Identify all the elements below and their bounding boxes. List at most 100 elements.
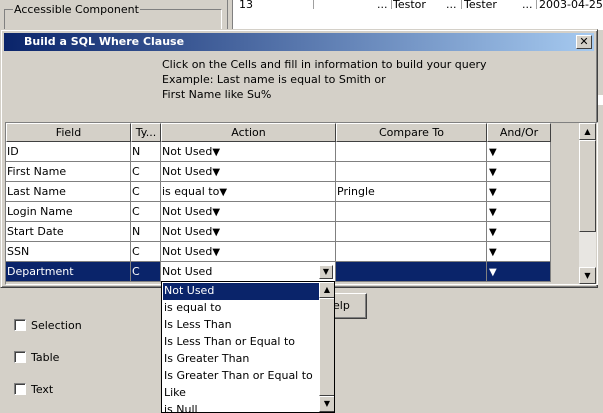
checkbox-label: Text: [31, 383, 54, 396]
dropdown-arrow-icon[interactable]: ▼: [212, 227, 220, 238]
cell-field[interactable]: ID: [6, 142, 131, 162]
checkbox-box[interactable]: [14, 319, 26, 331]
cell-and-or[interactable]: ▼: [487, 242, 551, 262]
title-bar[interactable]: Build a SQL Where Clause ✕: [4, 33, 594, 51]
column-header-type[interactable]: Ty...: [131, 123, 161, 142]
action-value: Not Used: [162, 225, 213, 238]
table-cell: ...: [377, 0, 388, 9]
cell-action[interactable]: Not Used▼: [161, 242, 336, 262]
cell-field[interactable]: Department: [6, 262, 131, 282]
cell-type[interactable]: N: [131, 222, 161, 242]
cell-and-or[interactable]: ▼: [487, 202, 551, 222]
table-row[interactable]: Start Date N Not Used▼ ▼: [6, 222, 551, 242]
cell-action[interactable]: Not Used▼: [161, 222, 336, 242]
cell-field[interactable]: Login Name: [6, 202, 131, 222]
dropdown-arrow-icon[interactable]: ▼: [212, 247, 220, 258]
dropdown-arrow-icon[interactable]: ▼: [219, 187, 227, 198]
table-row[interactable]: SSN C Not Used▼ ▼: [6, 242, 551, 262]
dropdown-arrow-icon[interactable]: ▼: [489, 207, 497, 218]
cell-action[interactable]: Not Used▼: [161, 162, 336, 182]
checkbox-label: Selection: [31, 319, 82, 332]
cell-compare[interactable]: [336, 142, 487, 162]
cell-action[interactable]: Not Used▼: [161, 262, 336, 282]
table-row[interactable]: First Name C Not Used▼ ▼: [6, 162, 551, 182]
dropdown-option[interactable]: Like: [163, 385, 319, 402]
sql-where-dialog: Build a SQL Where Clause ✕ Click on the …: [0, 29, 598, 288]
column-header-compare-to[interactable]: Compare To: [336, 123, 487, 142]
instructions: Click on the Cells and fill in informati…: [162, 57, 487, 102]
cell-type[interactable]: C: [131, 182, 161, 202]
background-results-table: 13 ... Testor ... Tester ... 2003-04-25: [232, 0, 603, 30]
cell-compare[interactable]: [336, 202, 487, 222]
cell-type[interactable]: C: [131, 202, 161, 222]
cell-compare[interactable]: [336, 162, 487, 182]
table-cell: Tester: [464, 0, 497, 9]
table-row[interactable]: Last Name Cis equal to▼ Pringle ▼: [6, 182, 551, 202]
cell-field[interactable]: Last Name: [6, 182, 131, 202]
dropdown-arrow-icon[interactable]: ▼: [212, 147, 220, 158]
dropdown-arrow-icon[interactable]: ▼: [489, 227, 497, 238]
query-grid: Field Ty... Action Compare To And/Or ID N…: [5, 122, 598, 285]
table-row[interactable]: Login Name C Not Used▼ ▼: [6, 202, 551, 222]
cell-compare[interactable]: Pringle: [336, 182, 487, 202]
checkbox-box[interactable]: [14, 383, 26, 395]
dropdown-option[interactable]: is equal to: [163, 300, 319, 317]
cell-compare[interactable]: [336, 262, 487, 282]
dropdown-arrow-icon[interactable]: ▼: [489, 187, 497, 198]
dropdown-arrow-icon[interactable]: ▼: [489, 247, 497, 258]
cell-action[interactable]: Not Used▼: [161, 202, 336, 222]
scroll-up-icon[interactable]: ▲: [579, 123, 596, 140]
cell-field[interactable]: Start Date: [6, 222, 131, 242]
scroll-up-icon[interactable]: ▲: [319, 282, 334, 298]
dropdown-option[interactable]: Not Used: [163, 283, 319, 300]
cell-and-or[interactable]: ▼: [487, 142, 551, 162]
action-value: Not Used: [162, 205, 213, 218]
cell-type[interactable]: N: [131, 142, 161, 162]
dropdown-option[interactable]: Is Less Than or Equal to: [163, 334, 319, 351]
column-header-and-or[interactable]: And/Or: [487, 123, 551, 142]
cell-field[interactable]: SSN: [6, 242, 131, 262]
dropdown-option[interactable]: Is Greater Than or Equal to: [163, 368, 319, 385]
cell-action[interactable]: Not Used▼: [161, 142, 336, 162]
column-header-field[interactable]: Field: [6, 123, 131, 142]
scroll-down-icon[interactable]: ▼: [579, 267, 596, 284]
dropdown-scroll-thumb[interactable]: [319, 298, 334, 396]
cell-type[interactable]: C: [131, 242, 161, 262]
cell-type[interactable]: C: [131, 262, 161, 282]
dropdown-arrow-icon[interactable]: ▼: [212, 207, 220, 218]
cell-and-or[interactable]: ▼: [487, 262, 551, 282]
dropdown-option[interactable]: is Null: [163, 402, 319, 412]
checkbox-label: Table: [31, 351, 60, 364]
grid-vertical-scrollbar[interactable]: ▲ ▼: [579, 123, 596, 284]
cell-compare[interactable]: [336, 222, 487, 242]
dropdown-arrow-icon[interactable]: ▼: [489, 147, 497, 158]
action-dropdown-list: Not Used is equal to Is Less Than Is Less T…: [161, 281, 335, 413]
dropdown-option[interactable]: Is Greater Than: [163, 351, 319, 368]
checkbox-box[interactable]: [14, 351, 26, 363]
group-box-label: Accessible Component: [13, 3, 140, 16]
dropdown-arrow-icon[interactable]: ▼: [489, 167, 497, 178]
cell-and-or[interactable]: ▼: [487, 222, 551, 242]
cell-and-or[interactable]: ▼: [487, 182, 551, 202]
dropdown-arrow-icon[interactable]: ▼: [489, 267, 497, 278]
table-row[interactable]: ID N Not Used▼ ▼: [6, 142, 551, 162]
chevron-down-icon[interactable]: ▼: [319, 265, 333, 279]
scroll-down-icon[interactable]: ▼: [319, 396, 334, 412]
cell-compare[interactable]: [336, 242, 487, 262]
scroll-thumb[interactable]: [579, 140, 596, 232]
action-value: Not Used: [162, 245, 213, 258]
column-header-action[interactable]: Action: [161, 123, 336, 142]
cell-field[interactable]: First Name: [6, 162, 131, 182]
table-divider: [461, 0, 462, 9]
table-cell: 13: [239, 0, 253, 9]
cell-action[interactable]: is equal to▼: [161, 182, 336, 202]
dropdown-scrollbar[interactable]: ▲ ▼: [319, 282, 334, 412]
close-icon[interactable]: ✕: [576, 35, 592, 49]
cell-type[interactable]: C: [131, 162, 161, 182]
table-row[interactable]: Department C Not Used ▼ ▼: [6, 262, 551, 282]
instruction-line: Example: Last name is equal to Smith or: [162, 73, 386, 86]
dropdown-option[interactable]: Is Less Than: [163, 317, 319, 334]
cell-and-or[interactable]: ▼: [487, 162, 551, 182]
instruction-line: Click on the Cells and fill in informati…: [162, 58, 487, 71]
dropdown-arrow-icon[interactable]: ▼: [212, 167, 220, 178]
